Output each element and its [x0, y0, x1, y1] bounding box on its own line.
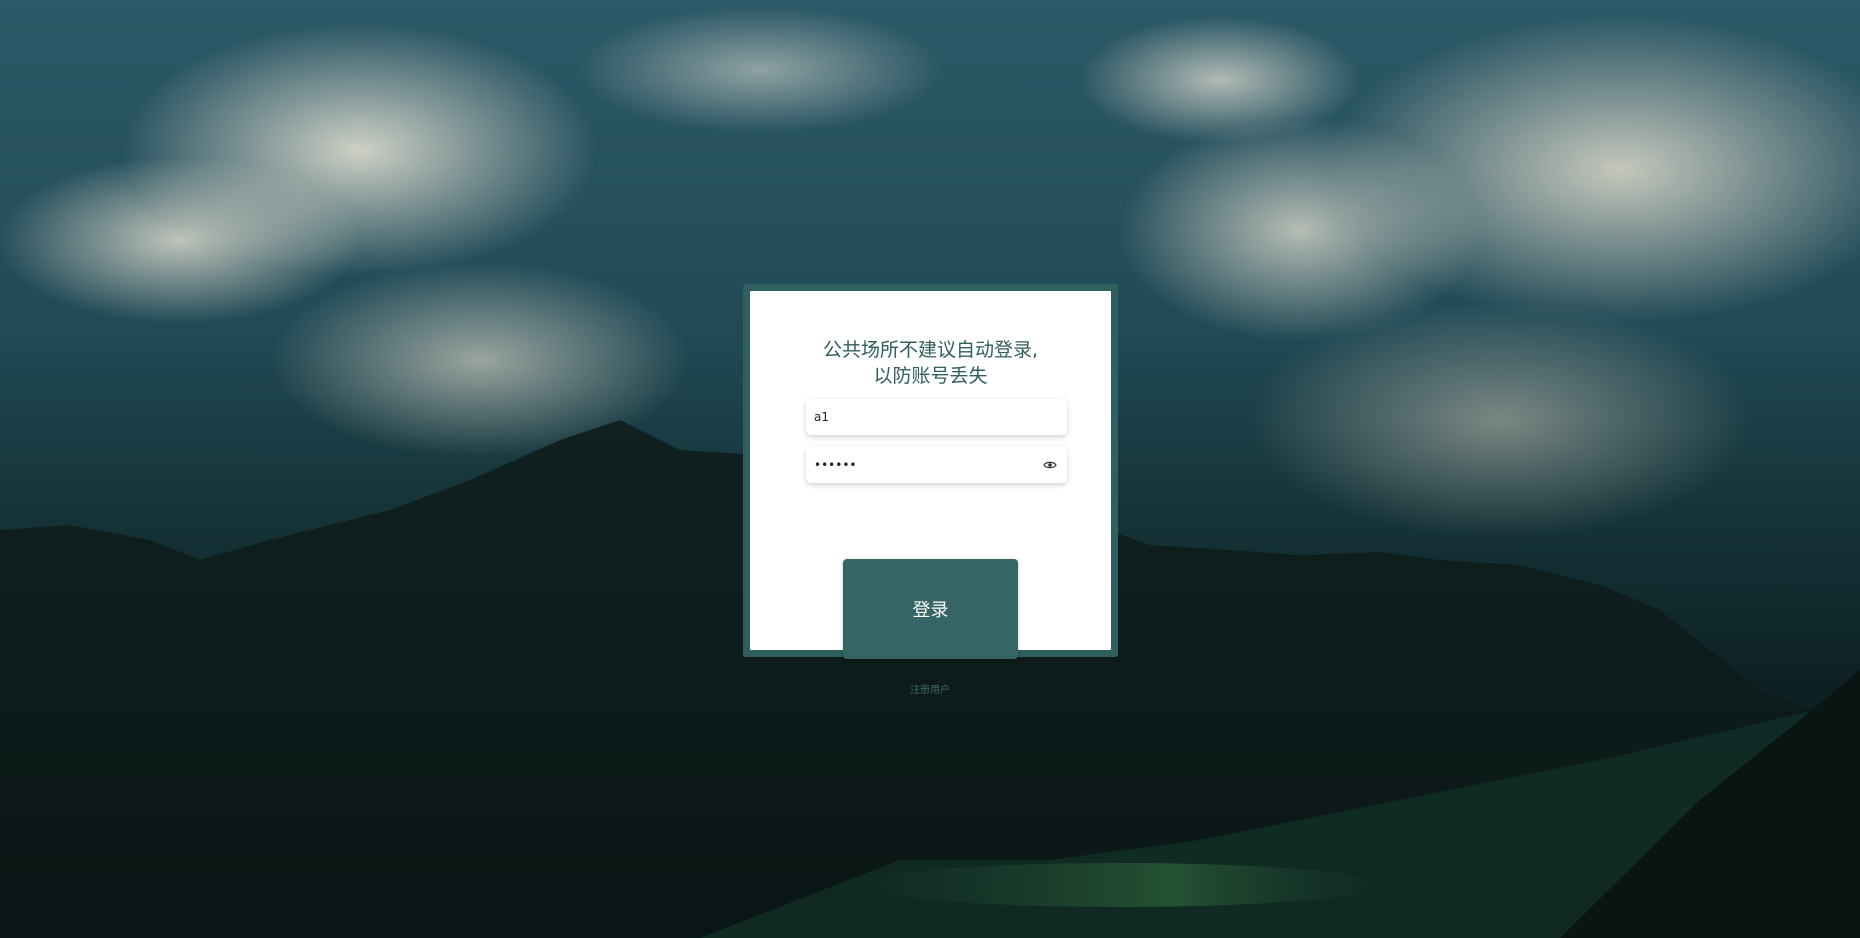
password-input[interactable] [814, 458, 1041, 472]
eye-icon[interactable] [1041, 456, 1059, 474]
security-notice-line-1: 公共场所不建议自动登录, [822, 339, 1039, 361]
security-notice-line-2: 以防账号丢失 [873, 365, 988, 387]
login-button[interactable]: 登录 [843, 559, 1018, 659]
login-page: 公共场所不建议自动登录, 以防账号丢失 登录 注册用户 [0, 0, 1860, 938]
username-input[interactable] [814, 410, 1059, 424]
password-field [806, 447, 1067, 483]
register-link[interactable]: 注册用户 [0, 681, 1860, 696]
security-notice: 公共场所不建议自动登录, 以防账号丢失 [750, 337, 1111, 389]
username-field [806, 399, 1067, 435]
